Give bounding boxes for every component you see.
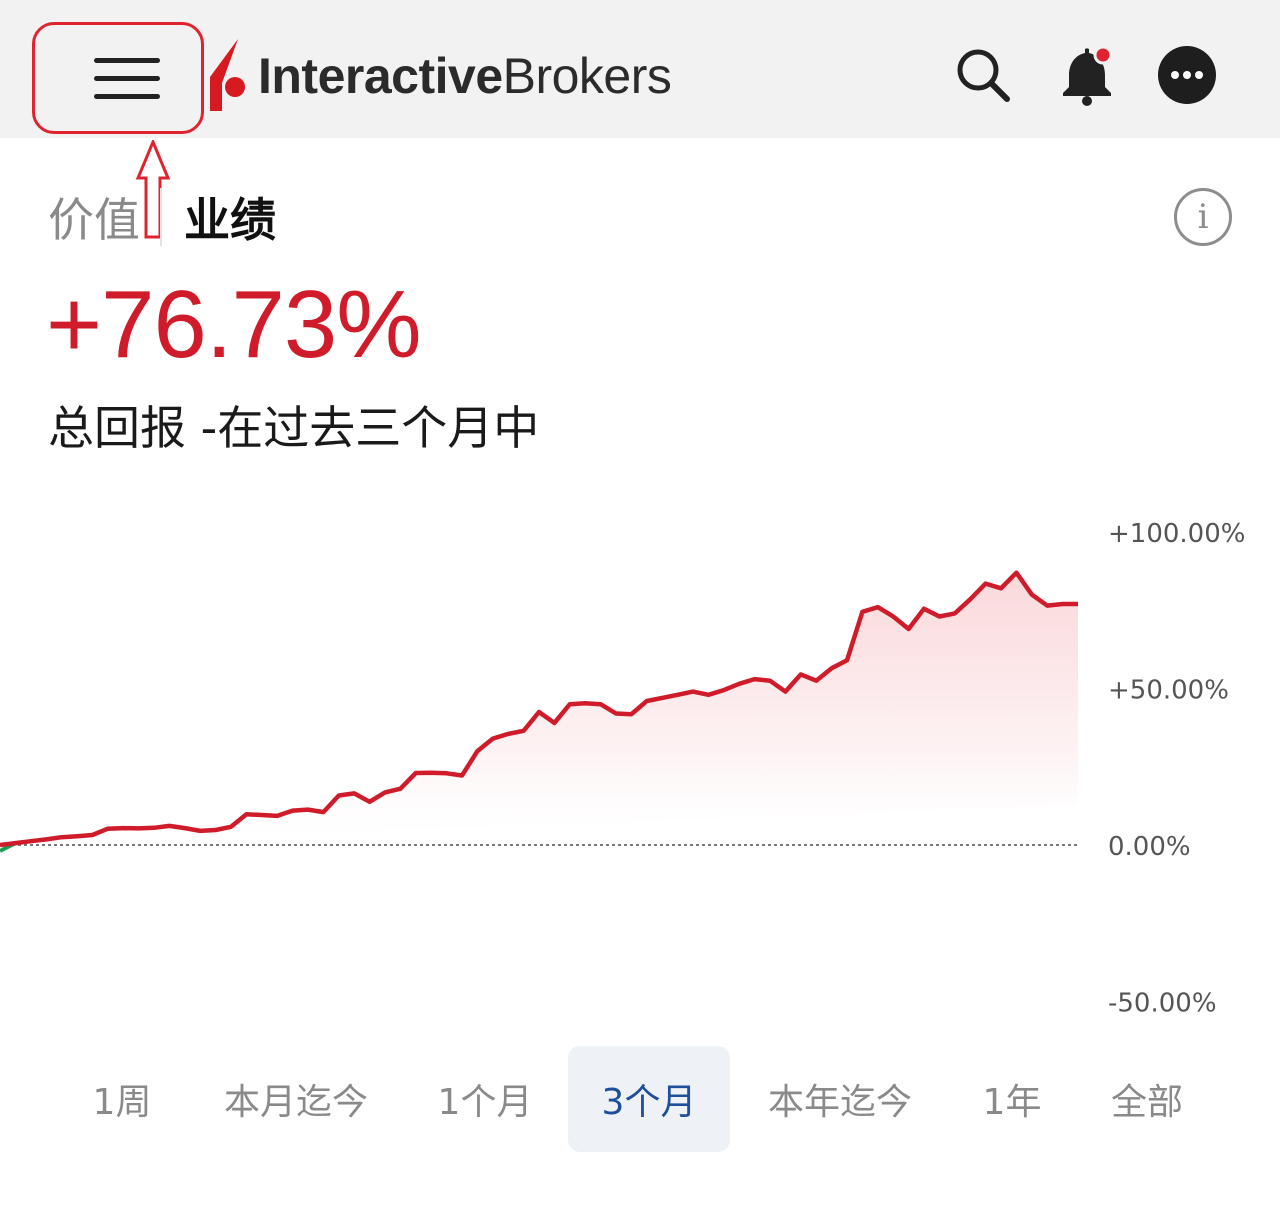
brand-logo-icon [210, 39, 245, 111]
menu-icon [94, 58, 160, 63]
brand-logo: InteractiveBrokers [208, 38, 672, 114]
search-button[interactable] [948, 40, 1018, 110]
menu-button[interactable] [32, 22, 204, 134]
notification-dot [1093, 45, 1113, 65]
view-tabs: 价值 业绩 [48, 186, 276, 248]
total-return-value: +76.73% [46, 271, 422, 378]
tab-divider [160, 188, 162, 246]
notifications-button[interactable] [1052, 40, 1122, 110]
tab-performance[interactable]: 业绩 [184, 184, 276, 250]
range-ytd[interactable]: 本年迄今 [742, 1046, 938, 1152]
bell-icon [1063, 45, 1113, 106]
y-tick-label: +100.00% [1108, 519, 1245, 549]
total-return-caption: 总回报 -在过去三个月中 [48, 401, 540, 455]
range-all[interactable]: 全部 [1090, 1046, 1204, 1152]
range-1y[interactable]: 1年 [962, 1046, 1062, 1152]
brand-name-light: Brokers [502, 48, 672, 104]
y-tick-label: 0.00% [1108, 832, 1191, 862]
tab-value[interactable]: 价值 [48, 184, 160, 250]
more-button[interactable] [1152, 40, 1222, 110]
more-icon [1158, 46, 1216, 104]
y-tick-label: -50.00% [1108, 989, 1217, 1019]
series-area [0, 572, 1078, 845]
brand-name-bold: Interactive [258, 48, 503, 104]
range-1m[interactable]: 1个月 [416, 1046, 554, 1152]
info-button[interactable]: i [1174, 188, 1232, 246]
search-icon [957, 49, 1010, 102]
menu-icon-bar [94, 76, 160, 81]
top-bar: InteractiveBrokers [0, 0, 1280, 138]
y-tick-label: +50.00% [1108, 676, 1229, 706]
range-1w[interactable]: 1周 [70, 1046, 174, 1152]
info-icon: i [1197, 197, 1209, 237]
range-mtd[interactable]: 本月迄今 [196, 1046, 396, 1152]
time-range-selector: 1周 本月迄今 1个月 3个月 本年迄今 1年 全部 [0, 1046, 1280, 1156]
performance-chart: +100.00% +50.00% 0.00% -50.00% [0, 519, 1245, 1019]
menu-icon-bar [94, 94, 160, 99]
brand-name: InteractiveBrokers [258, 47, 672, 105]
range-3m[interactable]: 3个月 [568, 1046, 730, 1152]
